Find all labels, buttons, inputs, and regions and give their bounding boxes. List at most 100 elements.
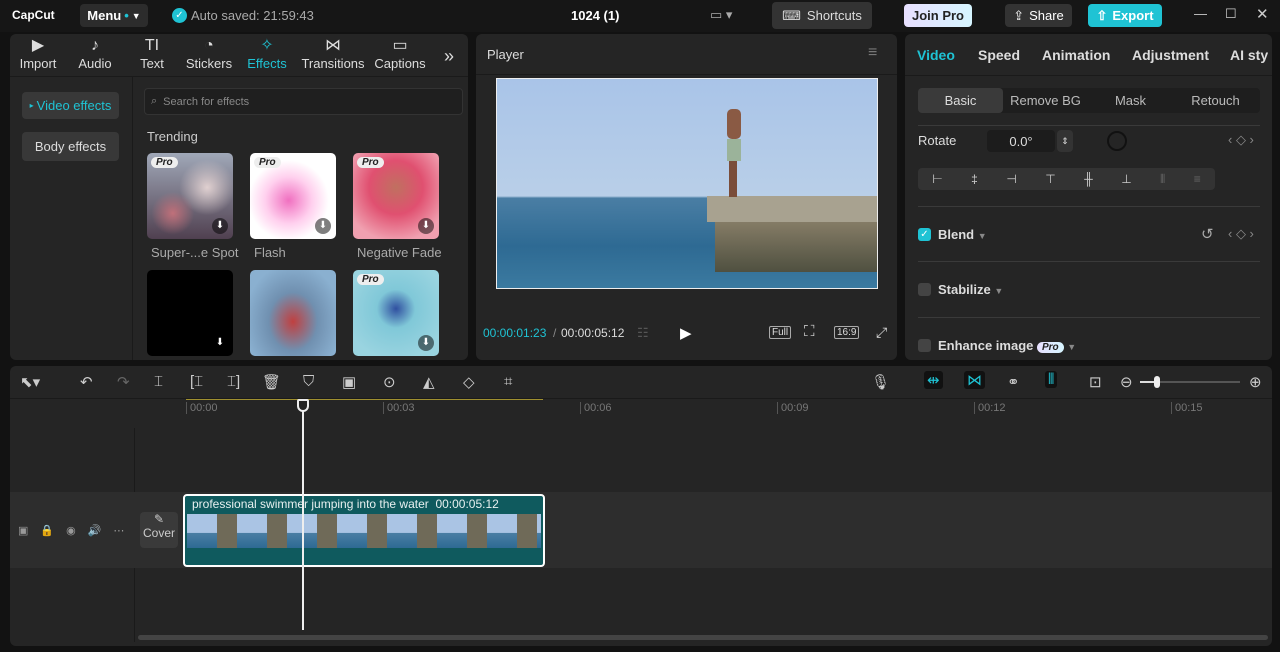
join-pro-button[interactable]: Join Pro [904,4,972,27]
effect-thumb-negative-fade[interactable]: Pro ⬇ [353,153,439,239]
zoom-out-icon[interactable]: ⊖ [1120,373,1133,391]
aspect-ratio-button[interactable]: 16:9 [834,326,860,339]
effect-thumb-super-spot[interactable]: Pro ⬇ [147,153,233,239]
cover-button[interactable]: ✎ Cover [140,512,178,548]
align-center-v-icon[interactable]: ╫ [1084,172,1093,186]
export-button[interactable]: ⇧ Export [1088,4,1162,27]
tab-speed[interactable]: Speed [978,47,1020,63]
player-menu-icon[interactable]: ≡ [868,44,877,62]
keyframe-icon[interactable]: ‹ ◇ › [1228,226,1254,242]
tab-text[interactable]: TI Text [124,36,180,71]
fit-timeline-icon[interactable]: ⊡ [1089,373,1102,391]
minimize-button[interactable]: — [1194,6,1207,21]
reverse-icon[interactable]: ⊙ [383,373,396,391]
share-button[interactable]: ⇪ Share [1005,4,1072,27]
mirror-icon[interactable]: ◭ [423,373,435,391]
category-video-effects[interactable]: ▸ Video effects [22,92,119,119]
download-icon[interactable]: ⬇ [418,218,434,234]
link-icon[interactable]: ⚭ [1007,373,1020,391]
shortcuts-button[interactable]: ⌨ Shortcuts [772,2,872,29]
reset-icon[interactable]: ↺ [1201,225,1214,243]
enhance-checkbox[interactable] [918,339,931,352]
download-icon[interactable]: ⬇ [212,218,228,234]
lock-icon[interactable]: 🔒 [40,524,54,537]
tab-import[interactable]: ▶ Import [10,36,66,71]
effect-thumb-6[interactable]: Pro ⬇ [353,270,439,356]
more-icon[interactable]: ⋯ [113,524,124,537]
zoom-in-icon[interactable]: ⊕ [1249,373,1262,391]
enhance-label[interactable]: Enhance image Pro ▼ [938,338,1076,353]
playhead-handle[interactable] [297,399,309,412]
crop-icon[interactable]: ⌗ [504,373,512,390]
eye-icon[interactable]: ◉ [66,524,76,537]
effect-thumb-flash[interactable]: Pro ⬇ [250,153,336,239]
preview-axis-icon[interactable]: ⫴ [1045,371,1058,388]
select-tool-icon[interactable]: ⬉▾ [20,373,40,391]
tab-effects[interactable]: ✧ Effects [238,36,296,71]
fullscreen-icon[interactable]: ⤢ [876,324,887,341]
blend-label[interactable]: Blend ▼ [938,227,987,242]
undo-icon[interactable]: ↶ [80,373,93,391]
align-left-icon[interactable]: ⊢ [932,172,942,186]
category-body-effects[interactable]: Body effects [22,132,119,161]
speaker-icon[interactable]: 🔊 [88,524,102,537]
subtab-retouch[interactable]: Retouch [1173,88,1258,113]
marker-icon[interactable]: ⛉ [303,373,314,390]
tab-captions[interactable]: ▭ Captions [370,36,430,71]
microphone-icon[interactable]: 🎙 [871,373,890,391]
zoom-slider[interactable] [1140,376,1240,388]
full-quality-button[interactable]: Full [769,326,792,339]
more-tabs-icon[interactable]: » [444,46,454,71]
align-center-h-icon[interactable]: ‡ [971,172,978,186]
tab-adjustment[interactable]: Adjustment [1132,47,1209,63]
search-input[interactable]: ⌕ Search for effects [144,88,463,115]
align-top-icon[interactable]: ⊤ [1045,172,1055,186]
play-button[interactable]: ▶ [680,324,692,342]
effect-thumb-4[interactable]: ⬇ [147,270,233,356]
download-icon[interactable]: ⬇ [315,218,331,234]
subtab-mask[interactable]: Mask [1088,88,1173,113]
align-right-icon[interactable]: ⊣ [1006,172,1016,186]
download-icon[interactable]: ⬇ [418,335,434,351]
download-icon[interactable]: ⬇ [212,335,228,351]
tab-stickers[interactable]: ◔ Stickers [180,36,238,71]
layout-icon[interactable]: ▭ ▾ [710,7,732,23]
track-toggle-icon[interactable]: ▣ [18,524,28,537]
stabilize-label[interactable]: Stabilize ▼ [938,282,1003,297]
subtab-remove-bg[interactable]: Remove BG [1003,88,1088,113]
rotate-dial[interactable] [1107,131,1127,151]
zoom-slider-handle[interactable] [1154,376,1160,388]
video-clip[interactable]: professional swimmer jumping into the wa… [183,494,545,567]
menu-button[interactable]: Menu • ▼ [80,4,148,27]
tab-animation[interactable]: Animation [1042,47,1110,63]
timeline-grid-icon[interactable]: ☷ [637,325,649,341]
main-track-magnet-icon[interactable]: ⇹ [924,371,943,389]
align-bottom-icon[interactable]: ⊥ [1121,172,1131,186]
effect-thumb-5[interactable] [250,270,336,356]
time-ruler[interactable]: 00:00 00:03 00:06 00:09 00:12 00:15 [186,402,1272,416]
tab-audio[interactable]: ♪ Audio [66,36,124,71]
freeze-icon[interactable]: ▣ [342,373,356,391]
split-left-icon[interactable]: [⌶ [190,373,203,390]
playhead[interactable] [302,402,304,630]
maximize-button[interactable]: ☐ [1225,6,1237,22]
tab-video[interactable]: Video [917,47,955,63]
rotate-stepper[interactable]: ⇕ [1057,130,1073,152]
auto-snap-icon[interactable]: ⋈ [964,371,985,389]
tab-ai-style[interactable]: AI styli [1230,47,1268,63]
subtab-basic[interactable]: Basic [918,88,1003,113]
rotate-icon[interactable]: ◇ [463,373,475,391]
close-button[interactable]: ✕ [1256,5,1269,23]
rotate-input[interactable]: 0.0° [987,130,1055,152]
fit-icon[interactable]: ⛶ [804,323,815,340]
stabilize-checkbox[interactable] [918,283,931,296]
tab-transitions[interactable]: ⋈ Transitions [296,36,370,71]
blend-checkbox[interactable]: ✓ [918,228,931,241]
horizontal-scrollbar[interactable] [138,635,1268,640]
keyframe-icon[interactable]: ‹ ◇ › [1228,132,1254,148]
redo-icon[interactable]: ↷ [117,373,130,391]
split-right-icon[interactable]: ⌶] [227,373,240,390]
delete-icon[interactable]: 🗑 [262,373,281,391]
video-preview[interactable] [496,78,878,289]
split-icon[interactable]: ⌶ [154,373,163,390]
